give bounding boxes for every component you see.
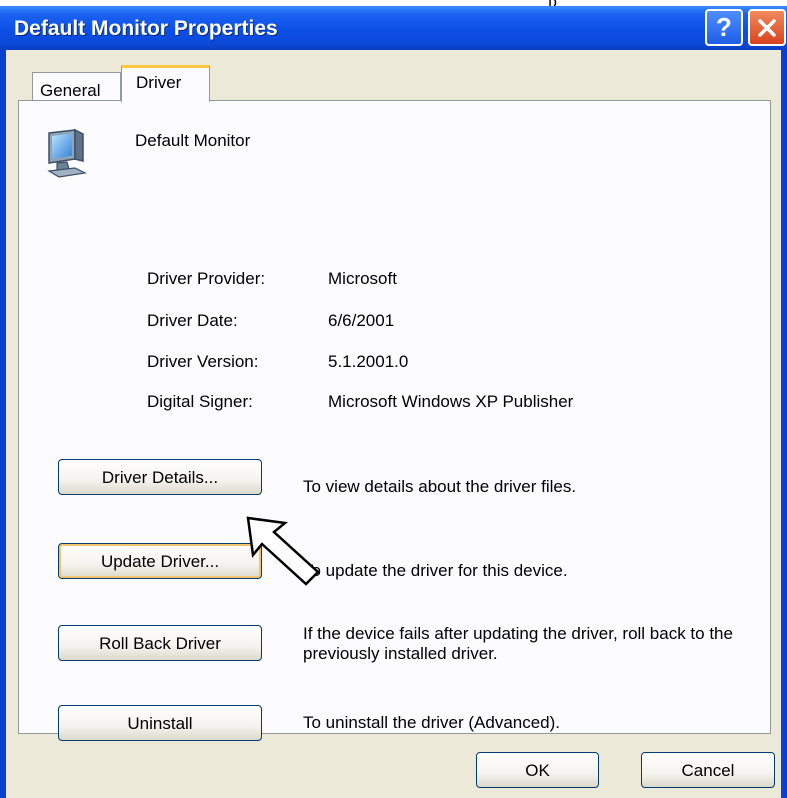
close-icon	[758, 19, 776, 37]
properties-dialog: Default Monitor Properties ? General Dri…	[0, 6, 787, 798]
driver-version-value: 5.1.2001.0	[328, 352, 409, 371]
help-button[interactable]: ?	[705, 9, 743, 46]
tab-driver-label: Driver	[136, 73, 182, 92]
question-mark-icon: ?	[716, 12, 732, 42]
cancel-button[interactable]: Cancel	[641, 752, 775, 788]
driver-tab-panel: Default Monitor Driver Provider: Microso…	[18, 100, 771, 741]
tab-general-label: General	[40, 81, 101, 100]
close-button[interactable]	[748, 9, 786, 46]
digital-signer-label: Digital Signer:	[147, 392, 253, 411]
driver-date-value: 6/6/2001	[328, 311, 395, 330]
monitor-icon	[47, 128, 87, 178]
update-driver-description: To update the driver for this device.	[303, 561, 568, 580]
update-driver-button[interactable]: Update Driver...	[58, 543, 262, 579]
driver-details-description: To view details about the driver files.	[303, 477, 577, 496]
driver-date-label: Driver Date:	[147, 311, 238, 330]
driver-details-button[interactable]: Driver Details...	[58, 459, 262, 495]
uninstall-button[interactable]: Uninstall	[58, 705, 262, 741]
device-name: Default Monitor	[135, 131, 251, 150]
roll-back-driver-button[interactable]: Roll Back Driver	[58, 625, 262, 661]
roll-back-driver-description: If the device fails after updating the d…	[303, 624, 733, 663]
tab-driver[interactable]: Driver	[121, 65, 210, 102]
ok-button[interactable]: OK	[476, 752, 599, 788]
dialog-client-area: General Driver Default Monitor Driver Pr…	[6, 50, 781, 798]
driver-version-label: Driver Version:	[147, 352, 259, 371]
window-title: Default Monitor Properties	[14, 17, 278, 40]
driver-provider-value: Microsoft	[328, 269, 397, 288]
uninstall-description: To uninstall the driver (Advanced).	[303, 713, 561, 732]
title-bar[interactable]: Default Monitor Properties ?	[0, 6, 787, 50]
pointer-arrow-icon	[246, 516, 320, 586]
digital-signer-value: Microsoft Windows XP Publisher	[328, 392, 574, 411]
driver-provider-label: Driver Provider:	[147, 269, 266, 288]
tab-general[interactable]: General	[32, 72, 121, 101]
